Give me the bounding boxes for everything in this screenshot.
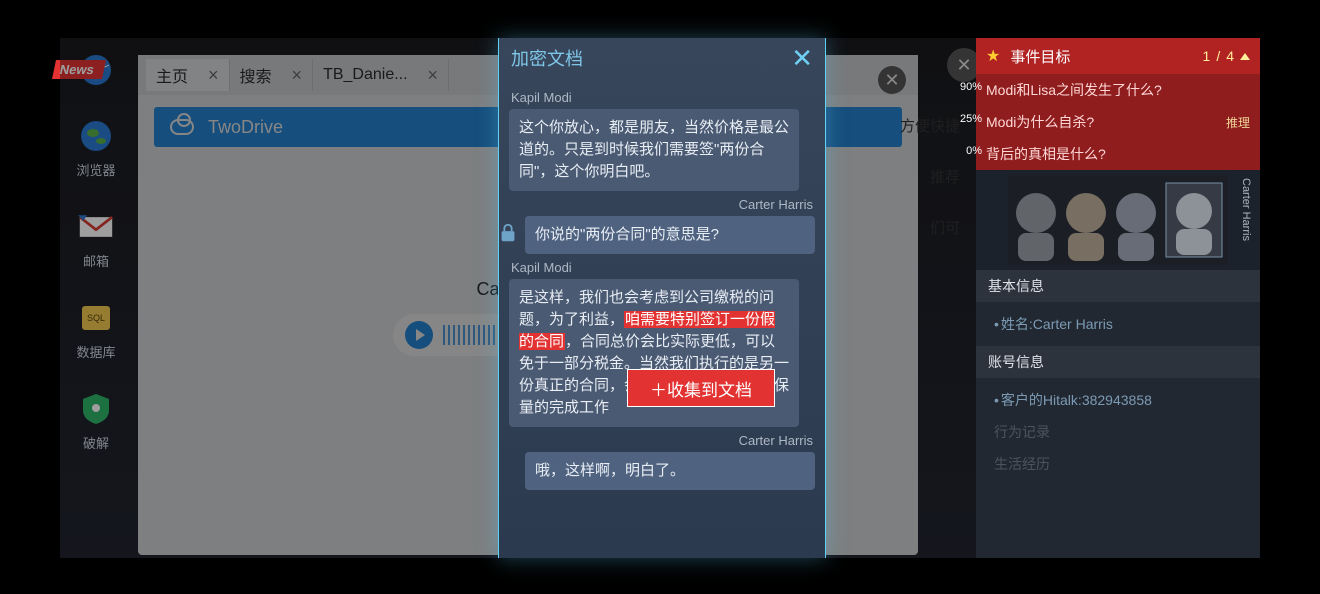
chat-panel: 加密文档 ✕ Kapil Modi 这个你放心，都是朋友，当然价格是最公道的。只… [498,38,826,558]
count-total: 4 [1226,48,1234,64]
goal-text: Modi和Lisa之间发生了什么? [986,80,1162,100]
avatar-label: Carter Harris [1240,178,1252,241]
goal-tag: 推理 [1226,114,1250,131]
dock-browser[interactable]: 浏览器 [76,118,115,179]
chat-sender: Kapil Modi [511,90,813,105]
dock-database[interactable]: SQL 数据库 [76,300,115,361]
chat-title: 加密文档 [511,45,583,71]
info-dim: 行为记录 [988,416,1248,448]
chat-body: Kapil Modi 这个你放心，都是朋友，当然价格是最公道的。只是到时候我们需… [499,78,825,548]
goal-percent: 0% [948,145,982,163]
chevron-up-icon[interactable] [1240,53,1250,60]
chat-header: 加密文档 ✕ [499,38,825,78]
section-title: 账号信息 [976,346,1260,378]
dock-mail[interactable]: 邮箱 [78,209,114,270]
tab-label: 搜索 [240,63,272,87]
tab-search[interactable]: 搜索 × [230,59,314,91]
count-current: 1 [1203,48,1211,64]
globe-icon [78,118,114,154]
close-icon[interactable]: × [208,65,219,86]
goal-percent: 25% [948,113,982,131]
close-icon[interactable]: × [292,65,303,86]
account-info: •客户的Hitalk:382943858 行为记录 生活经历 [976,378,1260,486]
mail-icon [78,209,114,245]
goal-item[interactable]: 0% 背后的真相是什么? [976,138,1260,170]
info-line: •姓名:Carter Harris [988,308,1248,340]
close-icon[interactable]: ✕ [791,43,813,74]
news-badge: News [52,60,106,79]
chat-text: 你说的"两份合同"的意思是? [535,226,719,243]
play-icon[interactable] [405,321,433,349]
label: 姓名: [1001,316,1033,332]
goals-title: 事件目标 [1010,46,1070,67]
goal-text: 背后的真相是什么? [986,144,1106,164]
chat-sender: Carter Harris [511,433,813,448]
bg-text: 们可 [830,217,960,238]
chat-sender: Carter Harris [511,197,813,212]
collect-button[interactable]: ＋收集到文档 [627,369,775,407]
tab-label: 主页 [156,63,188,87]
lock-icon [499,222,519,244]
address-text: TwoDrive [208,117,283,138]
goals-header: ★ 事件目标 1/4 [976,38,1260,74]
goal-item[interactable]: 90% Modi和Lisa之间发生了什么? [976,74,1260,106]
shield-icon [78,391,114,427]
dock-label: 邮箱 [83,251,109,270]
bg-text: 推荐 [830,166,960,187]
bg-text: 方便快捷 [830,115,960,136]
close-icon[interactable]: × [428,65,439,86]
dock-label: 数据库 [76,342,115,361]
value: Carter Harris [1033,316,1113,332]
dock-label: 破解 [83,433,109,452]
database-icon: SQL [78,300,114,336]
basic-info: •姓名:Carter Harris [976,302,1260,346]
tab-file[interactable]: TB_Danie... × [313,59,449,91]
goal-text: Modi为什么自杀? [986,112,1094,132]
goals-count: 1/4 [1203,48,1250,64]
value: 382943858 [1082,392,1152,408]
chat-bubble[interactable]: 你说的"两份合同"的意思是? [525,216,815,254]
tab-home[interactable]: 主页 × [146,59,230,91]
label: 客户的Hitalk: [1001,392,1082,408]
goal-percent: 90% [948,81,982,99]
svg-text:SQL: SQL [87,313,105,323]
chat-bubble[interactable]: 哦，这样啊，明白了。 [525,452,815,490]
goal-item[interactable]: 25% Modi为什么自杀? 推理 [976,106,1260,138]
dock-hack[interactable]: 破解 [78,391,114,452]
app-dock: 浏览器 邮箱 SQL 数据库 破解 [60,38,132,558]
chat-sender: Kapil Modi [511,260,813,275]
section-title: 基本信息 [976,270,1260,302]
info-line: •客户的Hitalk:382943858 [988,384,1248,416]
cloud-icon [170,119,194,135]
dock-label: 浏览器 [76,160,115,179]
info-dim: 生活经历 [988,448,1248,480]
avatar-strip[interactable]: Carter Harris [976,170,1260,270]
star-icon: ★ [986,46,1000,66]
tab-label: TB_Danie... [323,66,407,84]
window-close-button[interactable]: ✕ [878,66,906,94]
chat-bubble[interactable]: 这个你放心，都是朋友，当然价格是最公道的。只是到时候我们需要签"两份合同"，这个… [509,109,799,191]
goals-panel: ★ 事件目标 1/4 90% Modi和Lisa之间发生了什么? 25% Mod… [976,38,1260,558]
